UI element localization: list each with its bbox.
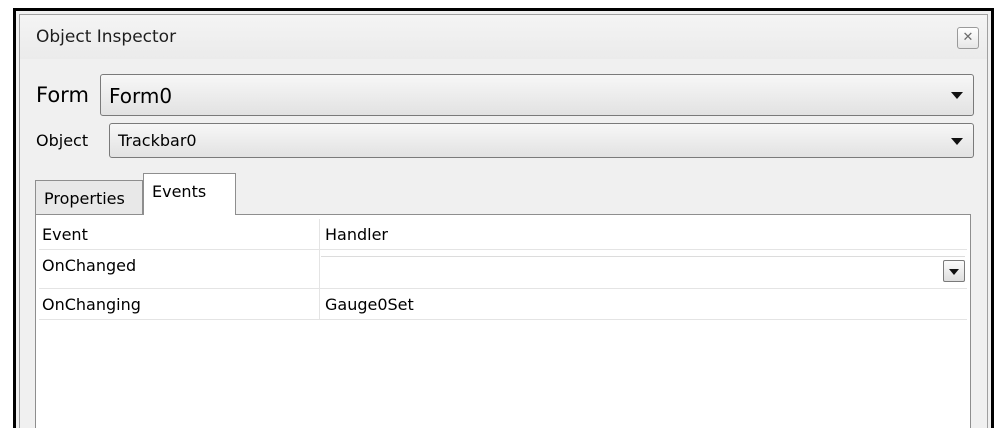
column-header-event: Event: [42, 225, 88, 244]
tab-events[interactable]: Events: [143, 173, 236, 215]
window-body: Object Inspector ✕ Form Form0 Object Tra…: [19, 14, 988, 428]
chevron-down-icon: [951, 137, 963, 145]
title-bar: Object Inspector ✕: [20, 15, 987, 59]
object-select-value: Trackbar0: [118, 131, 197, 150]
form-select-value: Form0: [109, 84, 173, 108]
close-icon[interactable]: ✕: [957, 27, 979, 49]
object-inspector-window: Object Inspector ✕ Form Form0 Object Tra…: [13, 8, 994, 428]
chevron-down-icon[interactable]: [943, 260, 965, 282]
form-select[interactable]: Form0: [100, 74, 974, 116]
window-title: Object Inspector: [36, 27, 177, 47]
events-table: Event Handler OnChanged OnChanging Gauge…: [35, 214, 971, 428]
column-header-handler: Handler: [325, 225, 388, 244]
event-name: OnChanged: [42, 256, 137, 275]
object-label: Object: [36, 131, 89, 150]
handler-value: Gauge0Set: [325, 295, 414, 314]
event-name: OnChanging: [42, 295, 141, 314]
chevron-down-icon: [951, 92, 963, 99]
table-row[interactable]: OnChanged: [39, 250, 967, 289]
handler-select[interactable]: [321, 256, 965, 285]
column-separator: [319, 250, 320, 288]
tab-properties[interactable]: Properties: [35, 180, 143, 214]
object-select[interactable]: Trackbar0: [109, 123, 974, 158]
column-separator: [319, 289, 320, 319]
table-header-row: Event Handler: [39, 219, 967, 250]
form-label: Form: [36, 83, 89, 107]
table-row[interactable]: OnChanging Gauge0Set: [39, 289, 967, 320]
column-separator: [319, 219, 320, 249]
